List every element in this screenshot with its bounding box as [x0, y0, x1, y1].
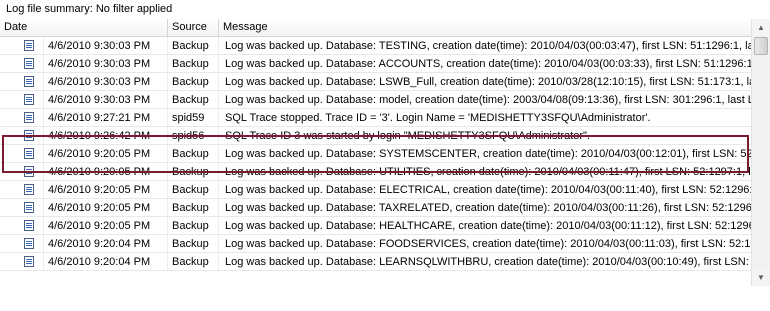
row-icon-cell — [0, 163, 44, 180]
row-icon-cell — [0, 109, 44, 126]
row-icon-cell — [0, 235, 44, 252]
table-row[interactable]: 4/6/2010 9:27:21 PM spid59 SQL Trace stopp… — [0, 109, 751, 127]
log-entry-icon — [24, 112, 34, 123]
table-row[interactable]: 4/6/2010 9:20:05 PM Backup Log was backed … — [0, 217, 751, 235]
row-icon-cell — [0, 217, 44, 234]
log-entry-icon — [24, 94, 34, 105]
source-cell: Backup — [168, 163, 219, 180]
log-entry-icon — [24, 184, 34, 195]
table-row[interactable]: 4/6/2010 9:20:05 PM Backup Log was backed … — [0, 145, 751, 163]
row-icon-cell — [0, 73, 44, 90]
date-cell: 4/6/2010 9:20:04 PM — [44, 235, 168, 252]
date-cell: 4/6/2010 9:20:05 PM — [44, 145, 168, 162]
row-icon-cell — [0, 145, 44, 162]
row-icon-cell — [0, 91, 44, 108]
source-cell: Backup — [168, 73, 219, 90]
row-icon-cell — [0, 181, 44, 198]
row-icon-cell — [0, 199, 44, 216]
table-row[interactable]: 4/6/2010 9:30:03 PM Backup Log was backed … — [0, 91, 751, 109]
log-entry-icon — [24, 220, 34, 231]
message-cell: Log was backed up. Database: FOODSERVICE… — [225, 238, 751, 250]
column-header-source[interactable]: Source — [168, 19, 219, 36]
message-cell: Log was backed up. Database: TAXRELATED,… — [225, 202, 751, 214]
row-icon-cell — [0, 37, 44, 54]
table-row[interactable]: 4/6/2010 9:20:04 PM Backup Log was backed … — [0, 235, 751, 253]
message-cell: Log was backed up. Database: TESTING, cr… — [225, 40, 751, 52]
column-header-date[interactable]: Date — [0, 19, 168, 36]
date-cell: 4/6/2010 9:30:03 PM — [44, 55, 168, 72]
date-cell: 4/6/2010 9:27:21 PM — [44, 109, 168, 126]
message-cell: SQL Trace stopped. Trace ID = '3'. Login… — [225, 112, 651, 124]
table-row[interactable]: 4/6/2010 9:30:03 PM Backup Log was backed … — [0, 73, 751, 91]
message-cell: SQL Trace ID 3 was started by login "MED… — [225, 130, 591, 142]
log-entry-icon — [24, 238, 34, 249]
message-cell: Log was backed up. Database: HEALTHCARE,… — [225, 220, 751, 232]
message-cell: Log was backed up. Database: ELECTRICAL,… — [225, 184, 751, 196]
table-row[interactable]: 4/6/2010 9:20:04 PM Backup Log was backed … — [0, 253, 751, 271]
log-grid: Date Source Message 4/6/2010 9:30:03 PM B… — [0, 19, 770, 311]
date-cell: 4/6/2010 9:20:05 PM — [44, 199, 168, 216]
source-cell: Backup — [168, 181, 219, 198]
row-icon-cell — [0, 253, 44, 270]
log-entry-icon — [24, 256, 34, 267]
date-cell: 4/6/2010 9:20:05 PM — [44, 181, 168, 198]
scroll-thumb[interactable] — [754, 37, 768, 55]
message-cell: Log was backed up. Database: SYSTEMSCENT… — [225, 148, 751, 160]
date-cell: 4/6/2010 9:30:03 PM — [44, 37, 168, 54]
message-cell: Log was backed up. Database: UTILITIES, … — [225, 166, 751, 178]
source-cell: Backup — [168, 55, 219, 72]
source-cell: Backup — [168, 253, 219, 270]
source-cell: spid59 — [168, 109, 219, 126]
source-cell: Backup — [168, 37, 219, 54]
date-cell: 4/6/2010 9:26:42 PM — [44, 127, 168, 144]
date-cell: 4/6/2010 9:20:04 PM — [44, 253, 168, 270]
column-header-message[interactable]: Message — [219, 19, 751, 36]
table-row[interactable]: 4/6/2010 9:30:03 PM Backup Log was backed … — [0, 55, 751, 73]
source-cell: Backup — [168, 145, 219, 162]
log-entry-icon — [24, 202, 34, 213]
log-entry-icon — [24, 58, 34, 69]
vertical-scrollbar[interactable]: ▲ ▼ — [751, 19, 770, 286]
log-entry-icon — [24, 148, 34, 159]
log-rows: 4/6/2010 9:30:03 PM Backup Log was backed … — [0, 37, 751, 271]
log-summary-label: Log file summary: No filter applied — [6, 3, 173, 15]
date-cell: 4/6/2010 9:20:05 PM — [44, 163, 168, 180]
source-cell: Backup — [168, 91, 219, 108]
source-cell: Backup — [168, 199, 219, 216]
log-entry-icon — [24, 130, 34, 141]
date-cell: 4/6/2010 9:30:03 PM — [44, 73, 168, 90]
table-row[interactable]: 4/6/2010 9:26:42 PM spid56 SQL Trace ID 3 … — [0, 127, 751, 145]
table-row[interactable]: 4/6/2010 9:20:05 PM Backup Log was backed … — [0, 163, 751, 181]
message-cell: Log was backed up. Database: ACCOUNTS, c… — [225, 58, 751, 70]
bottom-area — [0, 286, 770, 311]
message-cell: Log was backed up. Database: LSWB_Full, … — [225, 76, 751, 88]
source-cell: Backup — [168, 235, 219, 252]
source-cell: Backup — [168, 217, 219, 234]
row-icon-cell — [0, 127, 44, 144]
scroll-down-button[interactable]: ▼ — [752, 269, 770, 286]
date-cell: 4/6/2010 9:30:03 PM — [44, 91, 168, 108]
message-cell: Log was backed up. Database: model, crea… — [225, 94, 751, 106]
log-entry-icon — [24, 166, 34, 177]
source-cell: spid56 — [168, 127, 219, 144]
table-row[interactable]: 4/6/2010 9:30:03 PM Backup Log was backed … — [0, 37, 751, 55]
table-row[interactable]: 4/6/2010 9:20:05 PM Backup Log was backed … — [0, 181, 751, 199]
log-entry-icon — [24, 40, 34, 51]
row-icon-cell — [0, 55, 44, 72]
table-row[interactable]: 4/6/2010 9:20:05 PM Backup Log was backed … — [0, 199, 751, 217]
date-cell: 4/6/2010 9:20:05 PM — [44, 217, 168, 234]
grid-header: Date Source Message — [0, 19, 751, 37]
scroll-up-button[interactable]: ▲ — [752, 19, 770, 36]
log-entry-icon — [24, 76, 34, 87]
message-cell: Log was backed up. Database: LEARNSQLWIT… — [225, 256, 751, 268]
